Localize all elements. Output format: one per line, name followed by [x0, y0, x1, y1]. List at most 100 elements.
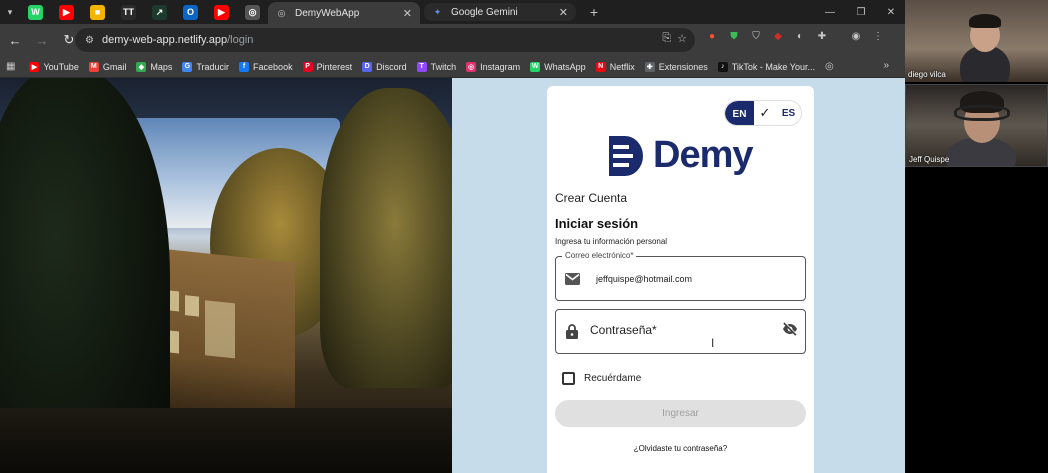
- new-tab-button[interactable]: +: [582, 4, 606, 20]
- whatsapp-pinned-tab[interactable]: W: [20, 1, 51, 23]
- bookmark-gmail[interactable]: M Gmail: [88, 61, 126, 72]
- menu-kebab-icon[interactable]: ⋮: [870, 28, 886, 44]
- youtube-pinned-tab-2[interactable]: ▶: [206, 1, 237, 23]
- globe-pinned-tab[interactable]: ◎: [237, 1, 268, 23]
- globe-icon: ◎: [277, 7, 286, 18]
- bookmark-label: YouTube: [43, 61, 79, 72]
- page-title: Iniciar sesión: [555, 216, 639, 231]
- bookmark-extensiones[interactable]: ✚ Extensiones: [644, 61, 708, 72]
- back-icon[interactable]: ←: [3, 28, 27, 52]
- bookmark-icon: ▶: [29, 61, 40, 72]
- tab-search-icon[interactable]: ▾: [0, 0, 20, 24]
- close-window-button[interactable]: ✕: [876, 0, 906, 24]
- participant-tile[interactable]: diego vilca: [905, 0, 1048, 82]
- translate-icon[interactable]: ⎘: [662, 32, 671, 45]
- participant-name: diego vilca: [908, 70, 946, 79]
- minimize-button[interactable]: —: [815, 0, 845, 24]
- bookmark-whatsapp[interactable]: W WhatsApp: [530, 61, 586, 72]
- bookmark-icon: ◆: [136, 61, 147, 72]
- tt-pinned-tab[interactable]: TT: [113, 1, 144, 23]
- vercel-icon: ↗: [152, 4, 167, 20]
- tab-strip: ▾ W ▶ ■ TT ↗ O ▶ ◎ ◎ DemyWebApp ✕ ✦ Google Gemi…: [0, 0, 905, 24]
- whatsapp-icon: W: [28, 4, 43, 20]
- close-tab-icon[interactable]: ✕: [403, 7, 412, 20]
- restore-button[interactable]: ❐: [846, 0, 876, 24]
- site-info-icon[interactable]: ⚙: [85, 35, 94, 46]
- brand-name: Demy: [653, 134, 753, 176]
- page-subtitle: Ingresa tu información personal: [555, 237, 668, 246]
- tab-google-gemini[interactable]: ✦ Google Gemini ✕: [424, 3, 576, 21]
- youtube-icon: ▶: [214, 4, 229, 20]
- password-field[interactable]: Contraseña*: [555, 309, 806, 354]
- bookmark-tiktok-make-your[interactable]: ♪ TikTok - Make Your...: [717, 61, 815, 72]
- ublock-icon[interactable]: ⛉: [748, 28, 764, 44]
- bookmark-facebook[interactable]: f Facebook: [239, 61, 293, 72]
- brave-icon[interactable]: ●: [704, 28, 720, 44]
- bookmark-label: TikTok - Make Your...: [731, 61, 815, 72]
- forward-icon[interactable]: →: [30, 28, 54, 52]
- shield-icon[interactable]: ⛊: [726, 28, 742, 44]
- bookmarks-bar: ▦ ▶ YouTube M Gmail ◆ Maps G Traducir f Facebook P…: [0, 56, 905, 78]
- url-host: demy-web-app.netlify.app: [101, 34, 228, 46]
- bookmark-traducir[interactable]: G Traducir: [182, 61, 229, 72]
- tab-demywebapp[interactable]: ◎ DemyWebApp ✕: [268, 2, 420, 24]
- forgot-password-link[interactable]: ¿Olvidaste tu contraseña?: [547, 444, 814, 453]
- background-photo: [0, 78, 452, 473]
- bookmark-label: Pinterest: [316, 61, 353, 72]
- bookmark-icon: P: [302, 61, 313, 72]
- login-card: EN ✓ ES Demy Crear Cuenta Iniciar sesión…: [547, 86, 814, 473]
- bookmark-star-icon[interactable]: ☆: [677, 32, 687, 45]
- app-icon: ■: [90, 4, 105, 20]
- bookmark-youtube[interactable]: ▶ YouTube: [29, 61, 79, 72]
- bookmark-icon: ♪: [717, 61, 728, 72]
- youtube-icon: ▶: [59, 4, 74, 20]
- globe-bookmark-icon[interactable]: ◎: [825, 61, 834, 72]
- create-account-link[interactable]: Crear Cuenta: [555, 191, 627, 205]
- bookmark-instagram[interactable]: ◎ Instagram: [466, 61, 521, 72]
- submit-button[interactable]: Ingresar: [555, 400, 806, 427]
- bookmark-label: Facebook: [253, 61, 293, 72]
- bookmark-icon: W: [530, 61, 541, 72]
- remember-checkbox[interactable]: [562, 372, 575, 385]
- bookmark-label: Maps: [150, 61, 173, 72]
- puzzle-icon[interactable]: ✚: [814, 28, 830, 44]
- bookmark-discord[interactable]: D Discord: [362, 61, 407, 72]
- language-toggle: EN ✓ ES: [724, 100, 802, 126]
- tt-icon: TT: [121, 4, 136, 20]
- extension-icon[interactable]: ◐: [792, 28, 808, 44]
- lang-en-button[interactable]: EN: [725, 101, 754, 125]
- bookmark-label: WhatsApp: [544, 61, 586, 72]
- email-value: jeffquispe@hotmail.com: [596, 274, 693, 284]
- apps-grid-icon[interactable]: ▦: [6, 61, 15, 72]
- app-pinned-tab[interactable]: ■: [82, 1, 113, 23]
- gemini-icon: ✦: [433, 6, 442, 17]
- email-field[interactable]: Correo electrónico* jeffquispe@hotmail.c…: [555, 251, 806, 301]
- bookmark-icon: T: [416, 61, 427, 72]
- bookmark-label: Instagram: [480, 61, 521, 72]
- bookmark-maps[interactable]: ◆ Maps: [136, 61, 173, 72]
- bookmark-icon: ✚: [644, 61, 655, 72]
- participant-name: Jeff Quispe: [909, 155, 950, 164]
- globe-icon: ◎: [245, 4, 260, 20]
- more-bookmarks-icon[interactable]: »: [883, 60, 889, 71]
- bookmark-netflix[interactable]: N Netflix: [595, 61, 635, 72]
- participant-tile[interactable]: Jeff Quispe: [905, 84, 1048, 167]
- youtube-pinned-tab[interactable]: ▶: [51, 1, 82, 23]
- check-icon: ✓: [759, 105, 771, 120]
- bookmark-icon: G: [182, 61, 193, 72]
- outlook-pinned-tab[interactable]: O: [175, 1, 206, 23]
- bookmark-pinterest[interactable]: P Pinterest: [302, 61, 353, 72]
- profile-avatar[interactable]: ◉: [848, 28, 864, 44]
- address-bar[interactable]: ⚙ demy-web-app.netlify.app/login ⎘ ☆: [75, 28, 695, 52]
- lang-es-button[interactable]: ES: [776, 101, 801, 125]
- remember-me[interactable]: Recuérdame: [562, 372, 641, 385]
- eye-off-icon[interactable]: [781, 320, 799, 338]
- demy-logo-mark-icon: [609, 135, 643, 176]
- close-tab-icon[interactable]: ✕: [559, 6, 568, 19]
- bookmark-list: ▶ YouTube M Gmail ◆ Maps G Traducir f Facebook P Pi…: [29, 61, 825, 72]
- outlook-icon: O: [183, 4, 198, 20]
- remember-label: Recuérdame: [584, 373, 642, 384]
- bookmark-twitch[interactable]: T Twitch: [416, 61, 456, 72]
- vercel-pinned-tab[interactable]: ↗: [144, 1, 175, 23]
- lastpass-icon[interactable]: ◆: [770, 28, 786, 44]
